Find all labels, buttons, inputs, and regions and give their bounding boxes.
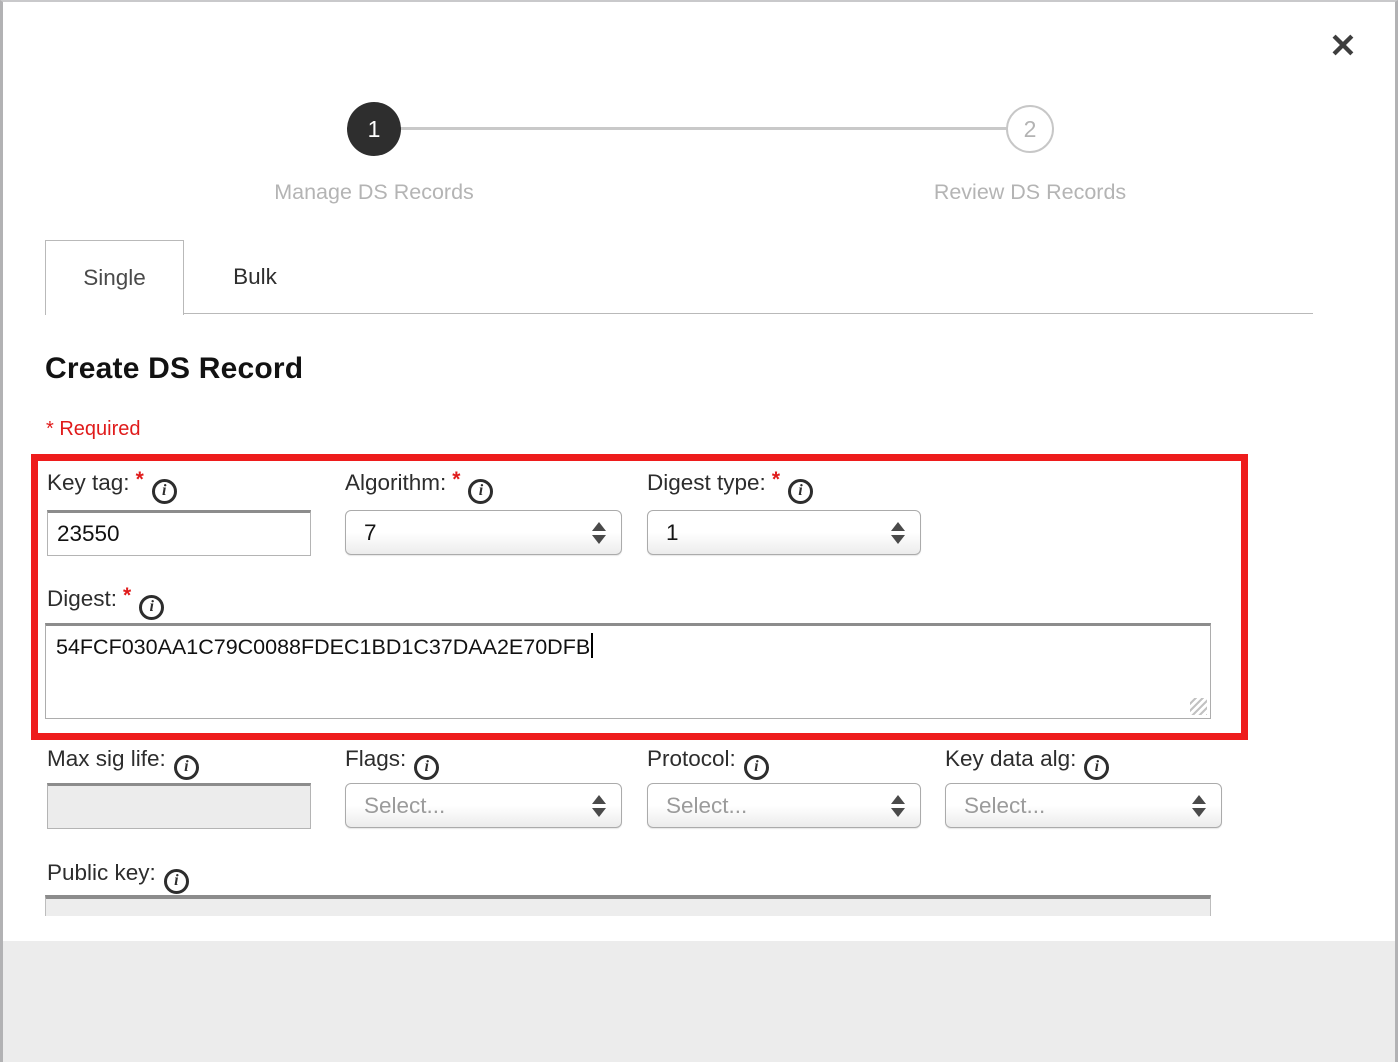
- algorithm-select[interactable]: 7: [345, 510, 622, 555]
- public-key-label-text: Public key:: [47, 860, 156, 885]
- info-icon[interactable]: i: [152, 479, 177, 504]
- tab-single[interactable]: Single: [45, 240, 184, 315]
- protocol-select-value: Select...: [666, 793, 747, 819]
- info-icon[interactable]: i: [164, 869, 189, 894]
- step-1-label: Manage DS Records: [174, 180, 574, 205]
- info-icon[interactable]: i: [468, 479, 493, 504]
- protocol-select[interactable]: Select...: [647, 783, 921, 828]
- info-icon[interactable]: i: [414, 755, 439, 780]
- create-ds-record-dialog: ✕ 1 2 Manage DS Records Review DS Record…: [0, 0, 1398, 1062]
- key-data-alg-label-text: Key data alg:: [945, 746, 1076, 771]
- algorithm-label: Algorithm: * i: [345, 470, 493, 504]
- protocol-label-text: Protocol:: [647, 746, 736, 771]
- info-icon[interactable]: i: [174, 755, 199, 780]
- key-tag-label: Key tag: * i: [47, 470, 177, 504]
- key-tag-input[interactable]: [47, 510, 311, 556]
- max-sig-life-label: Max sig life: i: [47, 746, 199, 780]
- flags-select-value: Select...: [364, 793, 445, 819]
- key-data-alg-label: Key data alg: i: [945, 746, 1109, 780]
- required-asterisk: *: [136, 468, 144, 491]
- algorithm-label-text: Algorithm:: [345, 470, 446, 495]
- max-sig-life-input[interactable]: [47, 783, 311, 829]
- digest-type-select-value: 1: [666, 520, 679, 546]
- key-data-alg-select-value: Select...: [964, 793, 1045, 819]
- required-note-marker: *: [46, 418, 54, 440]
- key-tag-label-text: Key tag:: [47, 470, 130, 495]
- algorithm-select-value: 7: [364, 520, 377, 546]
- step-2-indicator: 2: [1006, 105, 1054, 153]
- required-asterisk: *: [772, 468, 780, 491]
- text-cursor: [591, 633, 593, 658]
- flags-label-text: Flags:: [345, 746, 406, 771]
- digest-value: 54FCF030AA1C79C0088FDEC1BD1C37DAA2E70DFB: [56, 635, 590, 659]
- dialog-footer: Cancel Back Next: [3, 941, 1395, 1062]
- info-icon[interactable]: i: [744, 755, 769, 780]
- step-1-indicator: 1: [347, 102, 401, 156]
- flags-label: Flags: i: [345, 746, 439, 780]
- max-sig-life-label-text: Max sig life:: [47, 746, 166, 771]
- select-arrows-icon: [891, 522, 905, 544]
- select-arrows-icon: [592, 522, 606, 544]
- select-arrows-icon: [592, 795, 606, 817]
- info-icon[interactable]: i: [1084, 755, 1109, 780]
- close-icon[interactable]: ✕: [1321, 24, 1365, 68]
- required-note: * Required: [46, 418, 141, 441]
- public-key-label: Public key: i: [47, 860, 189, 894]
- required-asterisk: *: [123, 584, 131, 607]
- digest-label: Digest: * i: [47, 586, 164, 620]
- info-icon[interactable]: i: [788, 479, 813, 504]
- digest-label-text: Digest:: [47, 586, 117, 611]
- protocol-label: Protocol: i: [647, 746, 769, 780]
- step-2-label: Review DS Records: [830, 180, 1230, 205]
- required-asterisk: *: [452, 468, 460, 491]
- key-data-alg-select[interactable]: Select...: [945, 783, 1222, 828]
- select-arrows-icon: [1192, 795, 1206, 817]
- info-icon[interactable]: i: [139, 595, 164, 620]
- digest-type-label: Digest type: * i: [647, 470, 813, 504]
- stepper-connector-line: [373, 127, 1031, 130]
- resize-handle-icon[interactable]: [1190, 698, 1207, 715]
- tab-bulk[interactable]: Bulk: [184, 240, 326, 314]
- digest-textarea[interactable]: 54FCF030AA1C79C0088FDEC1BD1C37DAA2E70DFB: [45, 623, 1211, 719]
- page-title: Create DS Record: [45, 352, 303, 386]
- public-key-textarea[interactable]: [45, 895, 1211, 916]
- digest-type-select[interactable]: 1: [647, 510, 921, 555]
- required-note-text: Required: [59, 418, 140, 440]
- digest-type-label-text: Digest type:: [647, 470, 766, 495]
- select-arrows-icon: [891, 795, 905, 817]
- flags-select[interactable]: Select...: [345, 783, 622, 828]
